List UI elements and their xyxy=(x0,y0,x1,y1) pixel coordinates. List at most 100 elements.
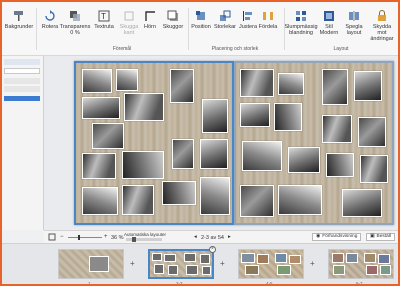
page-spread[interactable] xyxy=(74,61,394,225)
photo[interactable] xyxy=(200,139,228,169)
page-thumb-1[interactable] xyxy=(58,249,124,279)
page-thumbnail-strip: + 1 × + 2-3 + 4-5 6-7 xyxy=(2,243,398,286)
photo[interactable] xyxy=(82,187,118,215)
app-window: Bakgrunder Rotera Transparens 0 % T Text… xyxy=(0,0,400,286)
thumb-photo xyxy=(275,253,287,263)
page-thumb-6-7[interactable] xyxy=(328,249,394,279)
photo[interactable] xyxy=(322,69,348,105)
photo[interactable] xyxy=(200,177,230,215)
zoom-slider[interactable] xyxy=(68,237,102,238)
next-page-icon[interactable]: ▸ xyxy=(228,234,231,240)
prev-page-icon[interactable]: ◂ xyxy=(194,234,197,240)
storlekar-label: Storlekar xyxy=(213,24,236,30)
photo[interactable] xyxy=(162,181,196,205)
thumb-label: 6-7 xyxy=(356,281,363,286)
photo[interactable] xyxy=(360,155,388,183)
position-label: Position xyxy=(191,24,211,30)
left-page[interactable] xyxy=(74,61,234,225)
photo[interactable] xyxy=(278,73,304,95)
zoom-slider-thumb[interactable] xyxy=(78,235,80,240)
photo[interactable] xyxy=(354,71,382,101)
photo[interactable] xyxy=(240,69,274,97)
rotera-label: Rotera xyxy=(41,24,59,30)
add-page-icon[interactable]: + xyxy=(310,259,315,268)
photo[interactable] xyxy=(124,93,164,121)
corner-icon xyxy=(145,11,155,21)
thumb-preview xyxy=(329,250,393,278)
editor-canvas[interactable] xyxy=(44,56,398,230)
photo[interactable] xyxy=(92,123,124,149)
photo[interactable] xyxy=(326,153,354,177)
zoom-out-icon[interactable]: − xyxy=(60,234,64,240)
photo[interactable] xyxy=(82,69,112,93)
left-panel-row[interactable] xyxy=(4,86,40,92)
auto-layout-label[interactable]: Automatiska layouter xyxy=(124,232,166,237)
photo-image xyxy=(93,124,123,148)
stil-button[interactable]: Stil Modern xyxy=(318,10,340,36)
skuggor-button[interactable]: Skuggor xyxy=(160,10,186,30)
photo[interactable] xyxy=(242,141,282,171)
left-panel-row[interactable] xyxy=(4,68,40,74)
preview-button[interactable]: ◉ Förhandsvisning xyxy=(312,233,362,241)
photo-image xyxy=(323,116,351,142)
zoom-value: 36 % xyxy=(111,235,124,241)
fördela-button[interactable]: Fördela xyxy=(258,10,278,30)
photo[interactable] xyxy=(342,189,382,217)
order-button[interactable]: ▣ Beställ xyxy=(366,233,395,241)
slumpmassig-button[interactable]: Slumpmässig blandning xyxy=(285,10,318,36)
photo[interactable] xyxy=(82,97,120,119)
photo-image xyxy=(241,70,273,96)
photo-image xyxy=(361,156,387,182)
page-thumb-2-3[interactable]: × xyxy=(148,246,216,279)
lock-icon xyxy=(378,10,386,21)
photo[interactable] xyxy=(240,103,270,127)
left-panel-row[interactable] xyxy=(4,78,40,84)
photo[interactable] xyxy=(172,139,194,169)
skugga-kant-button[interactable]: Skugga kant xyxy=(118,10,140,36)
position-button[interactable]: Position xyxy=(190,10,212,30)
transparens-button[interactable]: Transparens 0 % xyxy=(60,10,90,36)
photo[interactable] xyxy=(358,117,386,147)
skydda-button[interactable]: Skydda mot ändringar xyxy=(368,10,396,42)
photo-image xyxy=(359,118,385,146)
photo[interactable] xyxy=(274,103,302,131)
photo-image xyxy=(323,70,347,104)
hörn-button[interactable]: Hörn xyxy=(140,10,160,30)
thumb-photo xyxy=(89,256,109,272)
auto-layout-thumb[interactable] xyxy=(132,237,136,242)
photo[interactable] xyxy=(240,185,274,217)
thumb-preview xyxy=(239,250,303,278)
skuggor-label: Skuggor xyxy=(162,24,184,30)
thumb-photo xyxy=(378,254,390,264)
bakgrunder-button[interactable]: Bakgrunder xyxy=(5,10,33,30)
storlekar-button[interactable]: Storlekar xyxy=(212,10,238,30)
spegla-button[interactable]: Spegla layout xyxy=(342,10,366,36)
zoom-in-icon[interactable]: + xyxy=(104,234,108,240)
photo[interactable] xyxy=(322,115,352,143)
ribbon-toolbar: Bakgrunder Rotera Transparens 0 % T Text… xyxy=(2,2,398,56)
photo[interactable] xyxy=(170,69,194,103)
svg-text:T: T xyxy=(101,12,106,21)
add-page-icon[interactable]: + xyxy=(220,259,225,268)
photo-image xyxy=(279,74,303,94)
photo[interactable] xyxy=(122,151,164,179)
textruta-button[interactable]: T Textruta xyxy=(92,10,116,30)
left-panel-selected-row[interactable] xyxy=(4,96,40,101)
left-panel-row[interactable] xyxy=(4,59,40,65)
close-icon[interactable]: × xyxy=(209,246,216,253)
photo[interactable] xyxy=(82,153,116,179)
photo-image xyxy=(243,142,281,170)
preview-label: Förhandsvisning xyxy=(322,234,358,239)
photo[interactable] xyxy=(278,185,322,215)
add-page-icon[interactable]: + xyxy=(130,259,135,268)
photo[interactable] xyxy=(116,69,138,91)
page-thumb-4-5[interactable] xyxy=(238,249,304,279)
photo[interactable] xyxy=(202,99,228,133)
right-page[interactable] xyxy=(234,61,394,225)
rotera-button[interactable]: Rotera xyxy=(40,10,60,30)
justera-button[interactable]: Justera xyxy=(238,10,258,30)
photo[interactable] xyxy=(288,147,320,173)
fit-icon[interactable] xyxy=(48,233,56,243)
photo[interactable] xyxy=(122,185,154,215)
thumb-photo xyxy=(245,265,259,275)
